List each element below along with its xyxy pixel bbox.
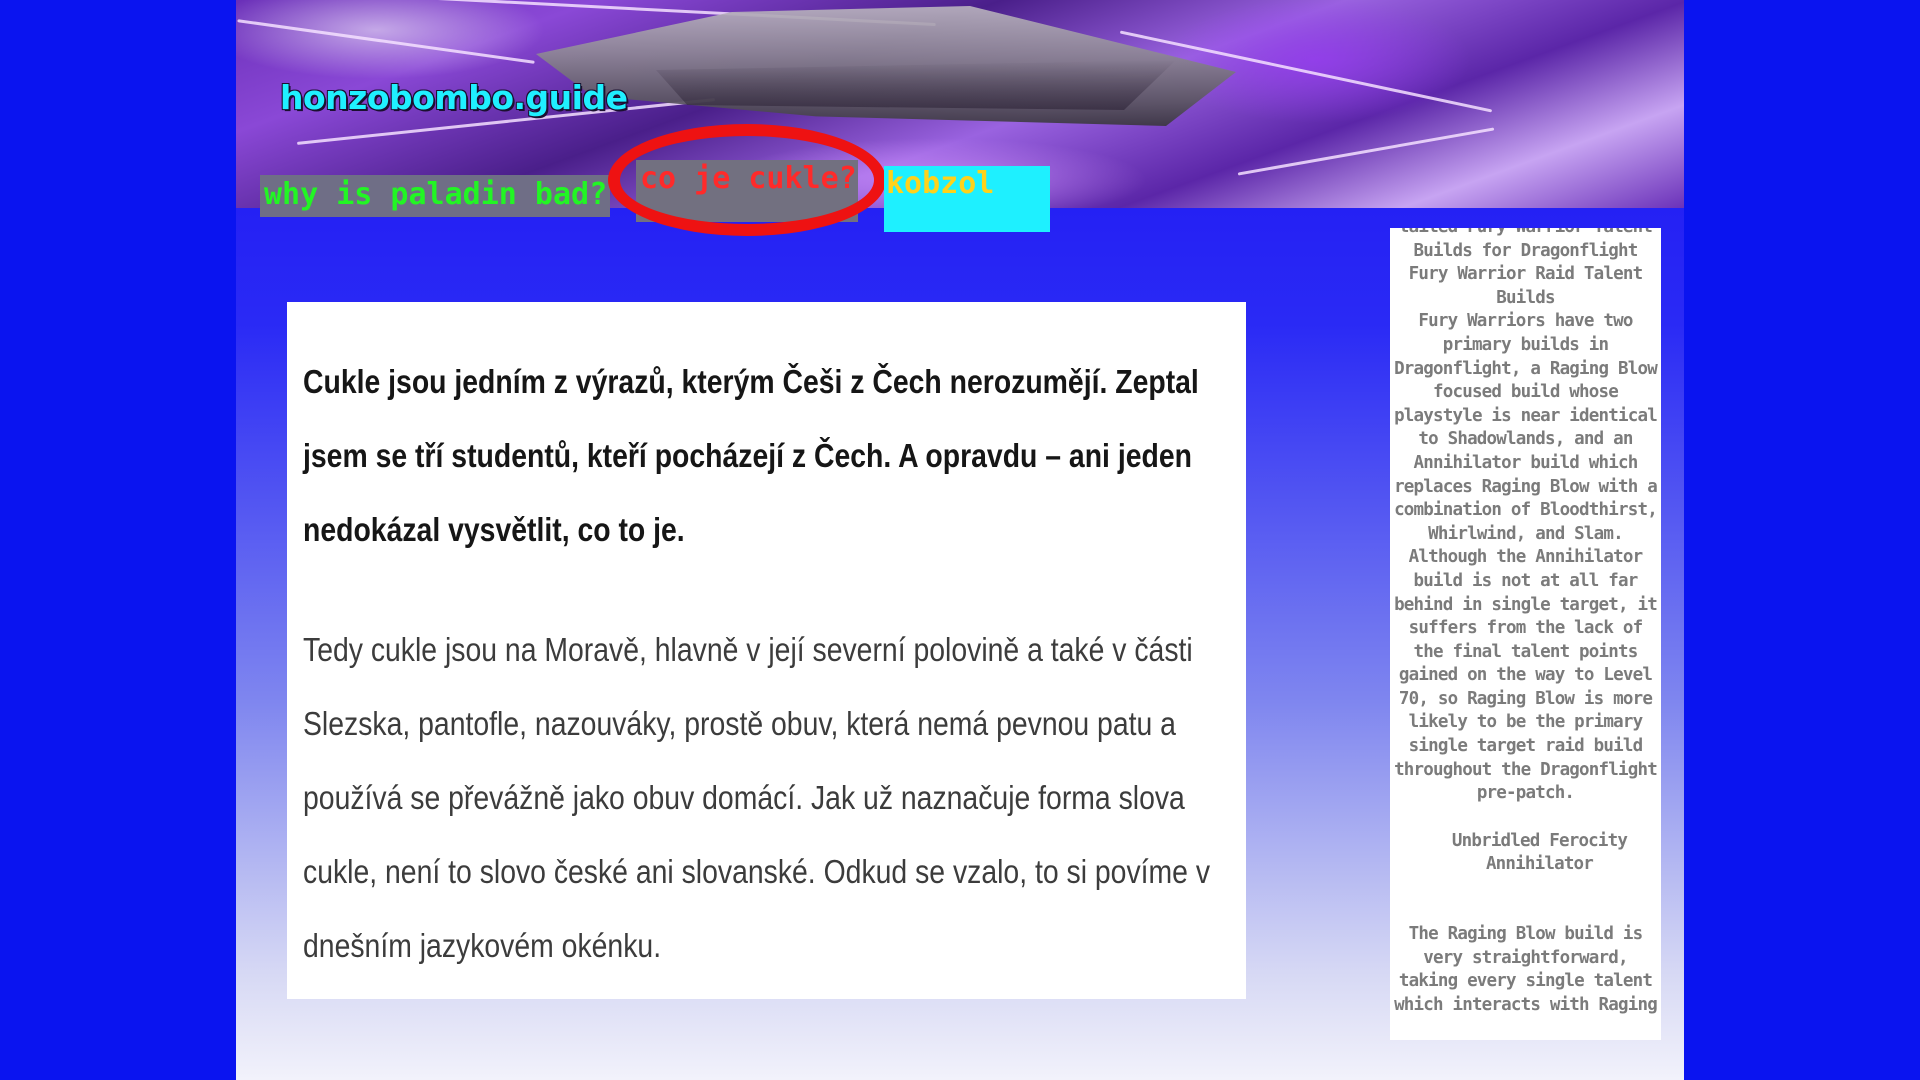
nav-link-paladin[interactable]: why is paladin bad? [260,175,610,217]
article-paragraph: Cukle jsou jedním z výrazů, kterým Češi … [303,363,1199,548]
article-paragraph: Tedy cukle jsou na Moravě, hlavně v její… [303,631,1211,964]
nav-link-kobzol[interactable]: kobzol [884,166,1050,232]
sidebar-tabs-label: Unbridled Ferocity Annihilator [1451,830,1628,875]
banner-streak [1237,127,1495,176]
sidebar-subheading: Fury Warrior Raid Talent Builds [1408,264,1643,308]
sidebar-body: Fury Warriors have two primary builds in… [1394,311,1658,804]
highlight-circle [608,124,886,236]
page: honzobombo.guide why is paladin bad? co … [236,0,1684,1080]
sidebar-heading: tailed Fury Warrior Talent Builds for Dr… [1399,228,1653,261]
sidebar-panel: tailed Fury Warrior Talent Builds for Dr… [1390,228,1661,1040]
site-title-link[interactable]: honzobombo.guide [280,78,628,117]
banner-streak [237,19,535,64]
article-card: Cukle jsou jedním z výrazů, kterým Češi … [287,302,1246,999]
sidebar-body-2: The Raging Blow build is very straightfo… [1394,924,1658,1015]
